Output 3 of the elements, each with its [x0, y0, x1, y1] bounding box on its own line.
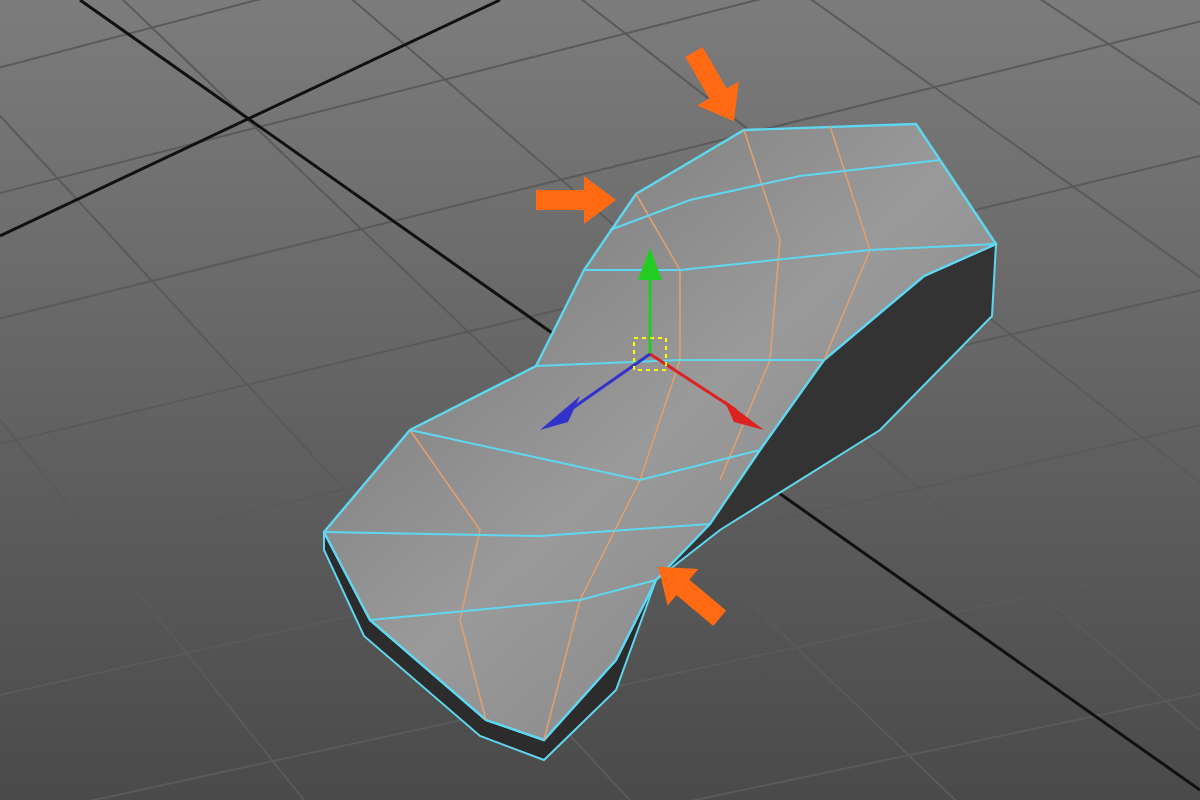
arrow-icon	[536, 176, 616, 224]
arrow-icon	[658, 566, 727, 626]
arrow-icon	[685, 46, 739, 122]
